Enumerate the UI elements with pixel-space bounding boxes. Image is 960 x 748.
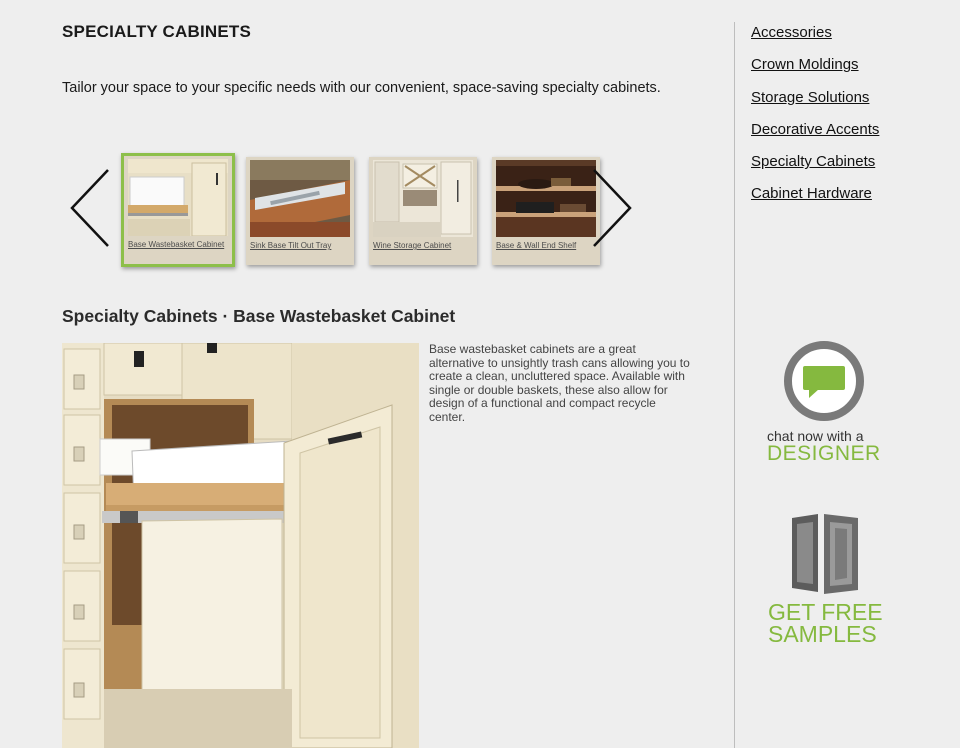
thumb-image-tilt-tray (250, 160, 350, 237)
sidebar-link-cabinet-hardware[interactable]: Cabinet Hardware (751, 185, 879, 217)
carousel-item-label[interactable]: Base & Wall End Shelf (496, 241, 600, 250)
thumb-image-wine-storage (373, 160, 473, 237)
product-description: Base wastebasket cabinets are a great al… (429, 342, 690, 424)
carousel-item-wine-storage[interactable]: Wine Storage Cabinet (369, 157, 477, 265)
chat-with-designer-button[interactable]: chat now with a DESIGNER (764, 340, 888, 466)
carousel-item-end-shelf[interactable]: Base & Wall End Shelf (492, 157, 600, 265)
carousel-next-arrow-icon[interactable] (590, 168, 634, 248)
carousel-item-base-wastebasket[interactable]: Base Wastebasket Cabinet (121, 153, 235, 267)
samples-line2: SAMPLES (768, 622, 877, 646)
carousel-item-label[interactable]: Base Wastebasket Cabinet (128, 240, 232, 249)
thumb-image-wastebasket (128, 159, 228, 236)
free-samples-button[interactable]: GET FREE SAMPLES (764, 512, 888, 652)
samples-line1: GET FREE (768, 600, 883, 624)
sidebar-link-accessories[interactable]: Accessories (751, 24, 879, 56)
thumb-image-end-shelf (496, 160, 596, 237)
speech-bubble-icon (783, 340, 865, 422)
product-image (62, 343, 419, 748)
sidebar-link-specialty-cabinets[interactable]: Specialty Cabinets (751, 153, 879, 185)
sidebar-link-storage-solutions[interactable]: Storage Solutions (751, 89, 879, 121)
page-title: SPECIALTY CABINETS (62, 22, 252, 41)
carousel-item-label[interactable]: Sink Base Tilt Out Tray (250, 241, 354, 250)
intro-text: Tailor your space to your specific needs… (62, 80, 661, 96)
cabinet-door-icon (788, 512, 862, 596)
sidebar-link-decorative-accents[interactable]: Decorative Accents (751, 121, 879, 153)
sidebar-divider (734, 22, 735, 748)
carousel-item-label[interactable]: Wine Storage Cabinet (373, 241, 477, 250)
sidebar-nav: Accessories Crown Moldings Storage Solut… (751, 24, 879, 218)
chat-line2: DESIGNER (767, 442, 881, 465)
carousel-item-sink-base-tray[interactable]: Sink Base Tilt Out Tray (246, 157, 354, 265)
sidebar-link-crown-moldings[interactable]: Crown Moldings (751, 56, 879, 88)
carousel-prev-arrow-icon[interactable] (68, 168, 112, 248)
detail-heading: Specialty Cabinets · Base Wastebasket Ca… (62, 306, 456, 326)
